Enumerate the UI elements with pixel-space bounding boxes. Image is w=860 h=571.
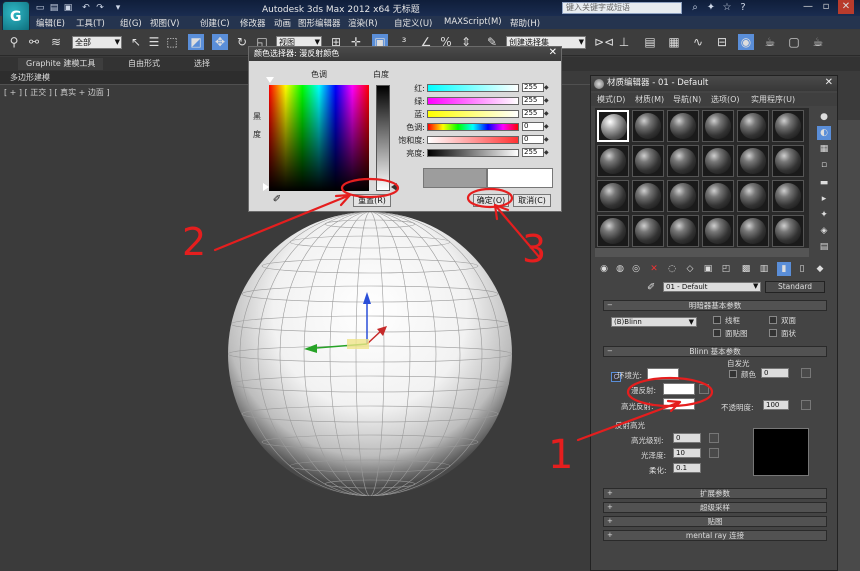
annotation-label-1: 1 [548, 432, 573, 478]
annotation-label-3: 3 [522, 227, 546, 271]
annotation-overlay: 2 3 1 [182, 177, 714, 478]
annotation-arrow-2 [213, 193, 352, 252]
annotation-label-2: 2 [182, 220, 206, 264]
app-window: Autodesk 3ds Max 2012 x64 无标题 G ▭ ▤ ▣ ↶ … [0, 0, 860, 571]
annotation-arrow-1 [576, 400, 682, 442]
annotation-circle-ok [466, 187, 514, 209]
